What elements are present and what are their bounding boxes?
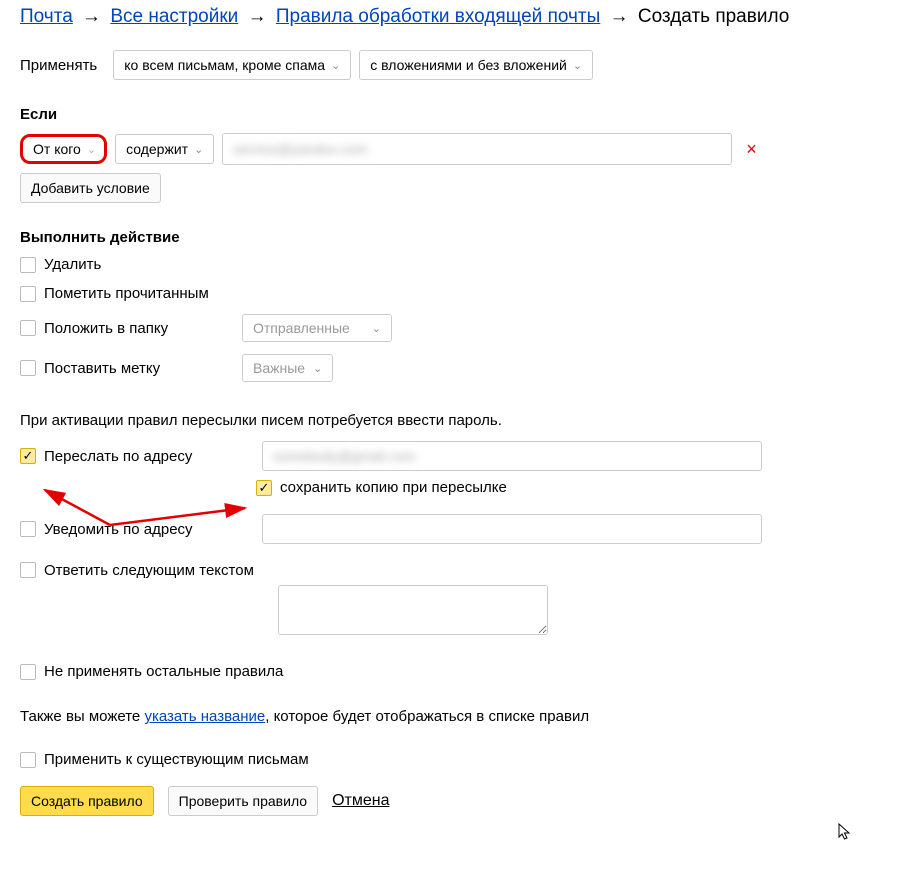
cancel-link[interactable]: Отмена [332, 792, 389, 810]
set-label-checkbox[interactable] [20, 360, 36, 376]
condition-row: От кого ⌄ содержит ⌄ service@yandex.com … [20, 133, 896, 165]
move-folder-label[interactable]: Положить в папку [44, 320, 234, 337]
reply-checkbox[interactable] [20, 562, 36, 578]
notify-label[interactable]: Уведомить по адресу [44, 521, 254, 538]
save-copy-checkbox[interactable]: ✓ [256, 480, 272, 496]
delete-label[interactable]: Удалить [44, 256, 101, 273]
no-other-rules-label[interactable]: Не применять остальные правила [44, 663, 283, 680]
actions-list: Удалить Пометить прочитанным Положить в … [20, 256, 896, 382]
breadcrumb-sep: → [248, 6, 267, 27]
cursor-icon [838, 823, 852, 846]
add-condition-row: Добавить условие [20, 173, 896, 203]
breadcrumb-sep: → [610, 6, 629, 27]
delete-checkbox[interactable] [20, 257, 36, 273]
add-condition-button[interactable]: Добавить условие [20, 173, 161, 203]
chevron-down-icon: ⌄ [194, 143, 203, 156]
name-hint-post: , которое будет отображаться в списке пр… [265, 708, 589, 725]
delete-condition-icon[interactable]: × [740, 139, 763, 160]
breadcrumb-settings[interactable]: Все настройки [110, 6, 238, 27]
specify-name-link[interactable]: указать название [144, 708, 265, 725]
create-rule-button[interactable]: Создать правило [20, 786, 154, 816]
chevron-down-icon: ⌄ [331, 59, 340, 72]
no-other-rules-checkbox[interactable] [20, 664, 36, 680]
forward-label[interactable]: Переслать по адресу [44, 448, 254, 465]
breadcrumb: Почта → Все настройки → Правила обработк… [20, 6, 896, 28]
forward-address-value: somebody@gmail.com [273, 448, 416, 464]
apply-scope-select[interactable]: ко всем письмам, кроме спама ⌄ [113, 50, 351, 80]
apply-attachments-select[interactable]: с вложениями и без вложений ⌄ [359, 50, 593, 80]
breadcrumb-rules[interactable]: Правила обработки входящей почты [276, 6, 600, 27]
bottom-bar: Создать правило Проверить правило Отмена [20, 786, 896, 816]
mark-read-label[interactable]: Пометить прочитанным [44, 285, 209, 302]
forwarding-note: При активации правил пересылки писем пот… [20, 412, 896, 429]
condition-field-select[interactable]: От кого ⌄ [20, 134, 107, 164]
chevron-down-icon: ⌄ [87, 143, 96, 156]
chevron-down-icon: ⌄ [573, 59, 582, 72]
condition-field-value: От кого [33, 141, 81, 157]
chevron-down-icon: ⌄ [372, 322, 381, 335]
breadcrumb-mail[interactable]: Почта [20, 6, 73, 27]
name-hint: Также вы можете указать название, которо… [20, 708, 896, 725]
set-label-value: Важные [253, 360, 305, 376]
mark-read-checkbox[interactable] [20, 286, 36, 302]
condition-value-text: service@yandex.com [233, 141, 367, 157]
reply-label[interactable]: Ответить следующим текстом [44, 562, 254, 579]
condition-operator-select[interactable]: содержит ⌄ [115, 134, 214, 164]
forward-checkbox[interactable]: ✓ [20, 448, 36, 464]
apply-attachments-value: с вложениями и без вложений [370, 57, 567, 73]
apply-row: Применять ко всем письмам, кроме спама ⌄… [20, 50, 896, 80]
apply-label: Применять [20, 57, 97, 74]
notify-address-input[interactable] [262, 514, 762, 544]
check-rule-button[interactable]: Проверить правило [168, 786, 318, 816]
apply-scope-value: ко всем письмам, кроме спама [124, 57, 325, 73]
apply-existing-label[interactable]: Применить к существующим письмам [44, 751, 309, 768]
notify-checkbox[interactable] [20, 521, 36, 537]
chevron-down-icon: ⌄ [313, 362, 322, 375]
condition-value-input[interactable]: service@yandex.com [222, 133, 732, 165]
breadcrumb-sep: → [82, 6, 101, 27]
move-folder-select[interactable]: Отправленные ⌄ [242, 314, 392, 342]
breadcrumb-current: Создать правило [638, 6, 789, 27]
move-folder-checkbox[interactable] [20, 320, 36, 336]
save-copy-label[interactable]: сохранить копию при пересылке [280, 479, 507, 496]
reply-text-textarea[interactable] [278, 585, 548, 635]
set-label-select[interactable]: Важные ⌄ [242, 354, 333, 382]
forward-address-input[interactable]: somebody@gmail.com [262, 441, 762, 471]
name-hint-pre: Также вы можете [20, 708, 144, 725]
apply-existing-checkbox[interactable] [20, 752, 36, 768]
do-heading: Выполнить действие [20, 229, 896, 246]
condition-operator-value: содержит [126, 141, 188, 157]
move-folder-value: Отправленные [253, 320, 350, 336]
if-heading: Если [20, 106, 896, 123]
set-label-label[interactable]: Поставить метку [44, 360, 234, 377]
